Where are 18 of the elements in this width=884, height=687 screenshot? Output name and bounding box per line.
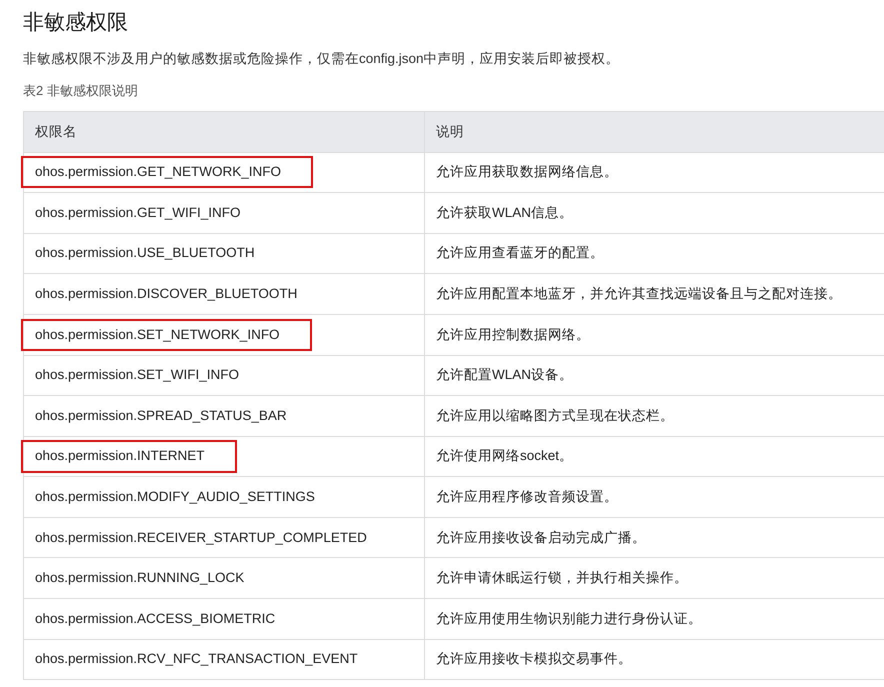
highlighted-permission-name: ohos.permission.INTERNET [21,440,237,473]
permission-name: ohos.permission.RUNNING_LOCK [34,569,246,588]
permission-name: ohos.permission.RCV_NFC_TRANSACTION_EVENT [34,650,359,668]
permission-name: ohos.permission.SPREAD_STATUS_BAR [34,406,288,425]
table-caption: 表2 非敏感权限说明 [23,82,139,100]
permission-name: ohos.permission.ACCESS_BIOMETRIC [34,610,276,628]
permission-name: ohos.permission.DISCOVER_BLUETOOTH [34,284,298,303]
highlighted-permission-name: ohos.permission.SET_NETWORK_INFO [21,318,312,351]
column-header: 说明 [424,111,884,152]
highlighted-permission-name: ohos.permission.GET_NETWORK_INFO [21,156,314,188]
intro-paragraph: 非敏感权限不涉及用户的敏感数据或危险操作，仅需在config.json中声明，应用安装后即被授权。 [23,50,621,68]
permission-name: ohos.permission.USE_BLUETOOTH [34,244,256,262]
permission-name: ohos.permission.SET_WIFI_INFO [34,366,240,384]
permission-name: ohos.permission.RECEIVER_STARTUP_COMPLETED [34,528,368,547]
column-header: 权限名 [24,111,424,152]
page-title: 非敏感权限 [23,10,129,36]
permission-name: ohos.permission.GET_WIFI_INFO [34,204,242,222]
permission-name: ohos.permission.MODIFY_AUDIO_SETTINGS [34,488,316,506]
